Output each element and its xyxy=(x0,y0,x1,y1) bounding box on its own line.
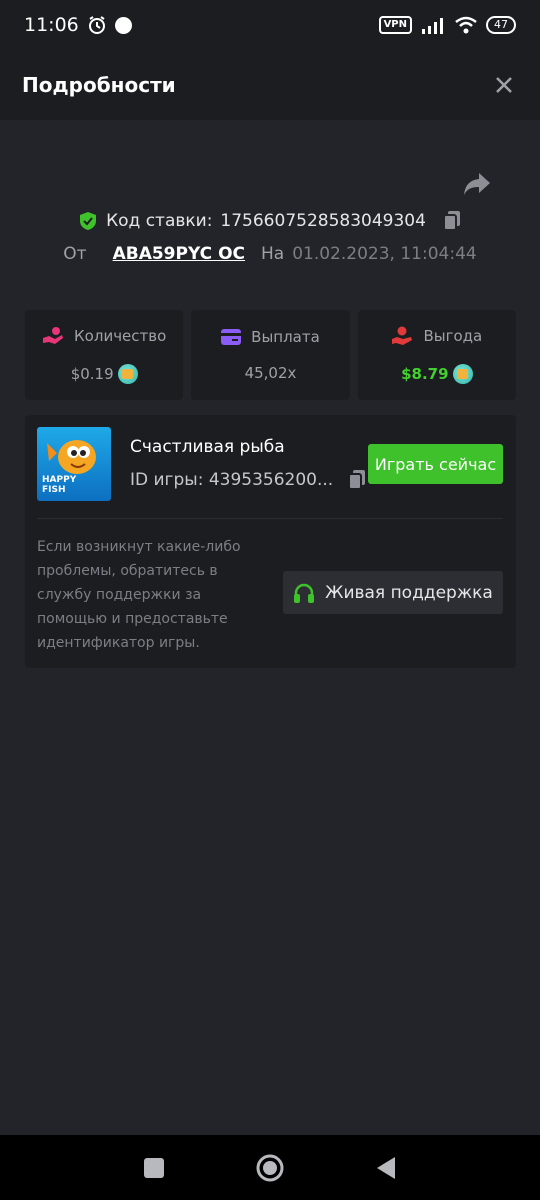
divider xyxy=(37,518,503,519)
copy-icon xyxy=(348,470,366,490)
bet-code-label: Код ставки: xyxy=(106,211,213,231)
stat-value-profit: $8.79 xyxy=(401,365,449,383)
notification-dot-icon xyxy=(114,16,132,34)
hand-money-icon xyxy=(392,326,413,345)
home-circle-icon xyxy=(256,1154,284,1181)
page-title: Подробности xyxy=(22,73,176,97)
help-text: Если возникнут какие-либо проблемы, обра… xyxy=(37,539,241,651)
status-time: 11:06 xyxy=(24,14,79,36)
game-id: ID игры: 4395356200... xyxy=(130,470,334,490)
bet-datetime: 01.02.2023, 11:04:44 xyxy=(292,244,477,264)
status-bar: 11:06 VPN 47 xyxy=(0,0,540,50)
stats-row: Количество $0.19 Выплата 45,02x Выгода $… xyxy=(25,310,516,400)
stat-label-amount: Количество xyxy=(74,327,167,345)
home-button[interactable] xyxy=(255,1153,285,1183)
stat-label-payout: Выплата xyxy=(251,328,320,346)
coin-icon xyxy=(117,364,138,384)
stat-label-profit: Выгода xyxy=(423,327,483,345)
copy-bet-code-button[interactable] xyxy=(442,210,462,232)
close-icon xyxy=(496,77,512,93)
signal-icon xyxy=(422,18,443,34)
shield-check-icon xyxy=(80,212,97,230)
stat-value-payout: 45,02x xyxy=(244,364,297,382)
on-label: На xyxy=(261,244,285,264)
stat-card-profit: Выгода $8.79 xyxy=(357,310,516,400)
close-button[interactable] xyxy=(490,71,518,99)
live-support-label: Живая поддержка xyxy=(325,582,493,603)
back-button[interactable] xyxy=(375,1156,397,1180)
back-triangle-icon xyxy=(377,1156,395,1179)
battery-icon: 47 xyxy=(486,16,516,34)
share-button[interactable] xyxy=(462,170,492,198)
alarm-icon xyxy=(88,16,105,34)
vpn-icon: VPN xyxy=(378,16,412,34)
game-card: HAPPY FISH Счастливая рыба ID игры: 4395… xyxy=(25,415,516,668)
recents-button[interactable] xyxy=(143,1157,165,1179)
square-icon xyxy=(144,1157,164,1178)
copy-icon xyxy=(442,211,460,231)
game-thumbnail[interactable]: HAPPY FISH xyxy=(37,427,111,501)
play-now-button[interactable]: Играть сейчас xyxy=(368,444,503,484)
coin-icon xyxy=(452,364,473,384)
from-row: От ABA59PYC OC На 01.02.2023, 11:04:44 xyxy=(0,239,540,269)
stat-value-amount: $0.19 xyxy=(70,365,114,383)
thumb-text-happy: HAPPY xyxy=(42,475,77,485)
header: Подробности xyxy=(0,50,540,120)
game-id-row: ID игры: 4395356200... xyxy=(130,469,367,491)
bet-code-value: 1756607528583049304 xyxy=(220,211,426,231)
copy-game-id-button[interactable] xyxy=(347,469,367,491)
share-icon xyxy=(464,173,490,195)
stat-card-amount: Количество $0.19 xyxy=(25,310,184,400)
headphones-icon xyxy=(294,583,315,603)
hand-coins-icon xyxy=(43,327,64,344)
system-nav-bar xyxy=(0,1135,540,1200)
thumb-text-fish: FISH xyxy=(42,485,66,495)
game-name: Счастливая рыба xyxy=(130,437,285,457)
username-link[interactable]: ABA59PYC OC xyxy=(113,244,245,264)
bet-code-row: Код ставки: 1756607528583049304 xyxy=(0,206,540,236)
from-label: От xyxy=(63,244,87,264)
stat-card-payout: Выплата 45,02x xyxy=(191,310,350,400)
wifi-icon xyxy=(455,16,477,34)
live-support-button[interactable]: Живая поддержка xyxy=(283,571,503,614)
card-icon xyxy=(221,329,242,345)
